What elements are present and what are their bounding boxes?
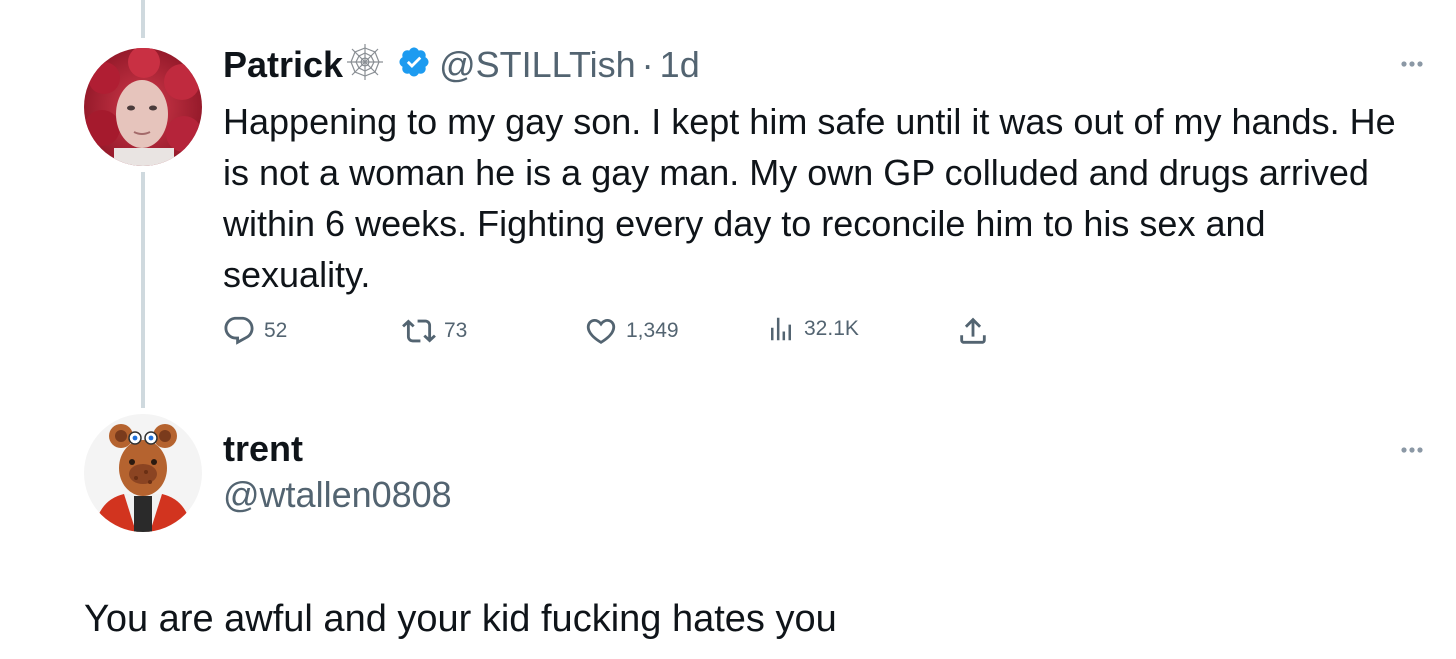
- reply-more-button[interactable]: [1398, 440, 1438, 460]
- verified-badge-icon[interactable]: [397, 45, 431, 84]
- reply-text: You are awful and your kid fucking hates…: [84, 598, 837, 640]
- reply-author-handle[interactable]: @wtallen0808: [223, 474, 452, 516]
- tweet-more-button[interactable]: [1398, 54, 1438, 74]
- more-dots-icon: [1401, 447, 1423, 453]
- heart-icon: [586, 318, 616, 344]
- reply-avatar[interactable]: [84, 414, 202, 532]
- reply-author-display-name[interactable]: trent: [223, 428, 303, 470]
- more-dots-icon: [1401, 61, 1423, 67]
- reply-button[interactable]: 52: [222, 314, 287, 348]
- tweet-text: Happening to my gay son. I kept him safe…: [223, 101, 1396, 295]
- reply-icon: [224, 316, 254, 345]
- author-display-name[interactable]: Patrick: [223, 44, 343, 86]
- thread-line-bottom: [141, 172, 145, 408]
- share-icon: [960, 317, 986, 344]
- views-count: 32.1K: [804, 317, 859, 340]
- separator-dot: ·: [641, 43, 654, 85]
- retweet-count: 73: [444, 319, 468, 342]
- retweet-button[interactable]: 73: [402, 314, 467, 348]
- reply-count: 52: [264, 319, 288, 342]
- like-count: 1,349: [626, 319, 679, 342]
- tweet-timestamp[interactable]: 1d: [660, 44, 700, 86]
- share-button[interactable]: [956, 314, 990, 348]
- author-handle[interactable]: @STILLTish: [439, 44, 636, 86]
- views-button[interactable]: 32.1K: [766, 314, 859, 344]
- avatar[interactable]: [84, 48, 202, 166]
- spider-web-icon: [345, 42, 385, 87]
- views-chart-icon: [771, 317, 791, 341]
- thread-line-top: [141, 0, 145, 38]
- like-button[interactable]: 1,349: [584, 314, 679, 348]
- retweet-icon: [402, 319, 436, 343]
- tweet-header: Patrick @STILLTish · 1d: [223, 42, 700, 87]
